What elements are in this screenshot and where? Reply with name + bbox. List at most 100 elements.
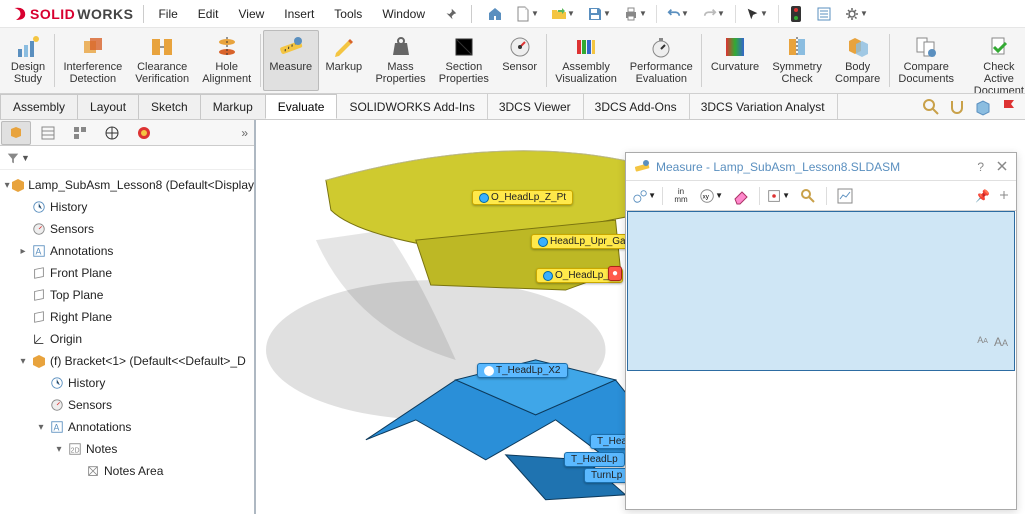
expand-icon[interactable] [998,189,1010,203]
filter-row[interactable]: ▼ [0,146,254,170]
home-icon[interactable] [482,3,508,25]
perf-eval-button[interactable]: Performance Evaluation [623,30,699,91]
measure-title-text: Measure - Lamp_SubAsm_Lesson8.SLDASM [656,160,900,174]
tree-bracket-sensors[interactable]: Sensors [0,394,254,416]
tab-3dcs-viewer[interactable]: 3DCS Viewer [487,94,584,119]
redo-icon[interactable]: ▼ [697,3,731,25]
tab-markup[interactable]: Markup [200,94,266,119]
feature-tree: ▾Lamp_SubAsm_Lesson8 (Default<Display Hi… [0,170,254,514]
hole-icon [215,35,239,59]
menu-window[interactable]: Window [372,3,435,25]
tree-bracket-history[interactable]: History [0,372,254,394]
search-zoom-icon[interactable] [921,97,941,117]
tree-notes[interactable]: ▾2DNotes [0,438,254,460]
section-properties-button[interactable]: Section Properties [432,30,495,91]
tree-right-plane[interactable]: Right Plane [0,306,254,328]
curvature-button[interactable]: Curvature [704,30,766,91]
check-doc-button[interactable]: Check Active Document [961,30,1025,91]
callout-upr-gap[interactable]: HeadLp_Upr_Gap [531,234,638,249]
menu-view[interactable]: View [228,3,274,25]
app-logo: SOLIDWORKS [4,5,139,23]
callout-red-marker[interactable]: ● [608,266,622,281]
tree-origin[interactable]: Origin [0,328,254,350]
tree-root[interactable]: ▾Lamp_SubAsm_Lesson8 (Default<Display [0,174,254,196]
hole-alignment-button[interactable]: Hole Alignment [196,30,258,91]
measure-button[interactable]: Measure [263,30,319,91]
tree-top-plane[interactable]: Top Plane [0,284,254,306]
callout-t-headlp-x2[interactable]: T_HeadLp_X2 [477,363,568,378]
menu-insert[interactable]: Insert [274,3,324,25]
interference-button[interactable]: Interference Detection [57,30,129,91]
measure-titlebar[interactable]: Measure - Lamp_SubAsm_Lesson8.SLDASM ? [626,153,1016,181]
feature-tree-tab-icon[interactable] [1,121,31,145]
assembly-vis-button[interactable]: Assembly Visualization [549,30,624,91]
measure-window[interactable]: Measure - Lamp_SubAsm_Lesson8.SLDASM ? ▼… [625,152,1017,510]
tree-sensors[interactable]: Sensors [0,218,254,240]
cube-view-icon[interactable] [973,97,993,117]
tree-history[interactable]: History [0,196,254,218]
tab-sketch[interactable]: Sketch [138,94,201,119]
font-smaller-icon[interactable]: AA [977,335,988,349]
tab-addins[interactable]: SOLIDWORKS Add-Ins [336,94,487,119]
print-icon[interactable]: ▼ [618,3,652,25]
save-icon[interactable]: ▼ [582,3,616,25]
assembly-vis-icon [574,35,598,59]
font-larger-icon[interactable]: AA [994,335,1008,349]
body-compare-button[interactable]: Body Compare [828,30,887,91]
tree-bracket-annotations[interactable]: ▾AAnnotations [0,416,254,438]
tree-bracket[interactable]: ▾(f) Bracket<1> (Default<<Default>_D [0,350,254,372]
clearance-button[interactable]: Clearance Verification [129,30,196,91]
tree-notes-area[interactable]: Notes Area [0,460,254,482]
sensor-button[interactable]: Sensor [496,30,544,91]
tab-evaluate[interactable]: Evaluate [265,94,338,119]
settings-gear-icon[interactable]: ▼ [839,3,873,25]
undo-icon[interactable]: ▼ [661,3,695,25]
tab-assembly[interactable]: Assembly [0,94,78,119]
open-icon[interactable]: ▼ [546,3,580,25]
options-list-icon[interactable] [811,3,837,25]
select-icon[interactable]: ▼ [740,3,774,25]
side-panel-dropdown-icon[interactable]: » [235,126,254,140]
tree-front-plane[interactable]: Front Plane [0,262,254,284]
close-icon[interactable] [996,160,1008,174]
tab-3dcs-addons[interactable]: 3DCS Add-Ons [583,94,690,119]
symmetry-icon [785,35,809,59]
symmetry-button[interactable]: Symmetry Check [766,30,829,91]
menu-tools[interactable]: Tools [324,3,372,25]
menu-file[interactable]: File [148,3,187,25]
help-icon[interactable]: ? [977,160,984,174]
property-tab-icon[interactable] [33,121,63,145]
compare-docs-button[interactable]: Compare Documents [892,30,961,91]
mass-properties-button[interactable]: Mass Properties [369,30,432,91]
dim-tab-icon[interactable] [97,121,127,145]
callout-t-headlp[interactable]: T_HeadLp [564,452,625,467]
design-study-button[interactable]: Design Study [4,30,52,91]
menu-edit[interactable]: Edit [188,3,229,25]
tab-layout[interactable]: Layout [77,94,139,119]
menu-pin-icon[interactable] [435,4,467,24]
sensors-icon [48,396,66,414]
ds-logo-icon [10,5,28,23]
measure-selection-area[interactable] [627,211,1015,371]
tree-annotations[interactable]: ▸AAnnotations [0,240,254,262]
xyz-icon[interactable]: xy▼ [699,184,723,208]
probe-icon[interactable] [796,184,820,208]
markup-button[interactable]: Markup [319,30,369,91]
config-tab-icon[interactable] [65,121,95,145]
menu-bar: SOLIDWORKS File Edit View Insert Tools W… [0,0,1025,28]
callout-headlp-z[interactable]: O_HeadLp_Z_Pt [472,190,573,205]
tab-3dcs-analyst[interactable]: 3DCS Variation Analyst [689,94,838,119]
flag-icon[interactable] [999,97,1019,117]
callout-turnlp[interactable]: TurnLp [584,468,629,483]
units-icon[interactable]: inmm [669,184,693,208]
eraser-icon[interactable] [729,184,753,208]
point-icon[interactable]: ▼ [766,184,790,208]
arc-mode-icon[interactable]: ▼ [632,184,656,208]
appearance-tab-icon[interactable] [129,121,159,145]
chart-icon[interactable] [833,184,857,208]
traffic-light-icon[interactable] [783,3,809,25]
pin-icon[interactable]: 📌 [975,189,990,203]
feature-manager-panel: » ▼ ▾Lamp_SubAsm_Lesson8 (Default<Displa… [0,120,256,514]
magnet-icon[interactable] [947,97,967,117]
new-icon[interactable]: ▼ [510,3,544,25]
